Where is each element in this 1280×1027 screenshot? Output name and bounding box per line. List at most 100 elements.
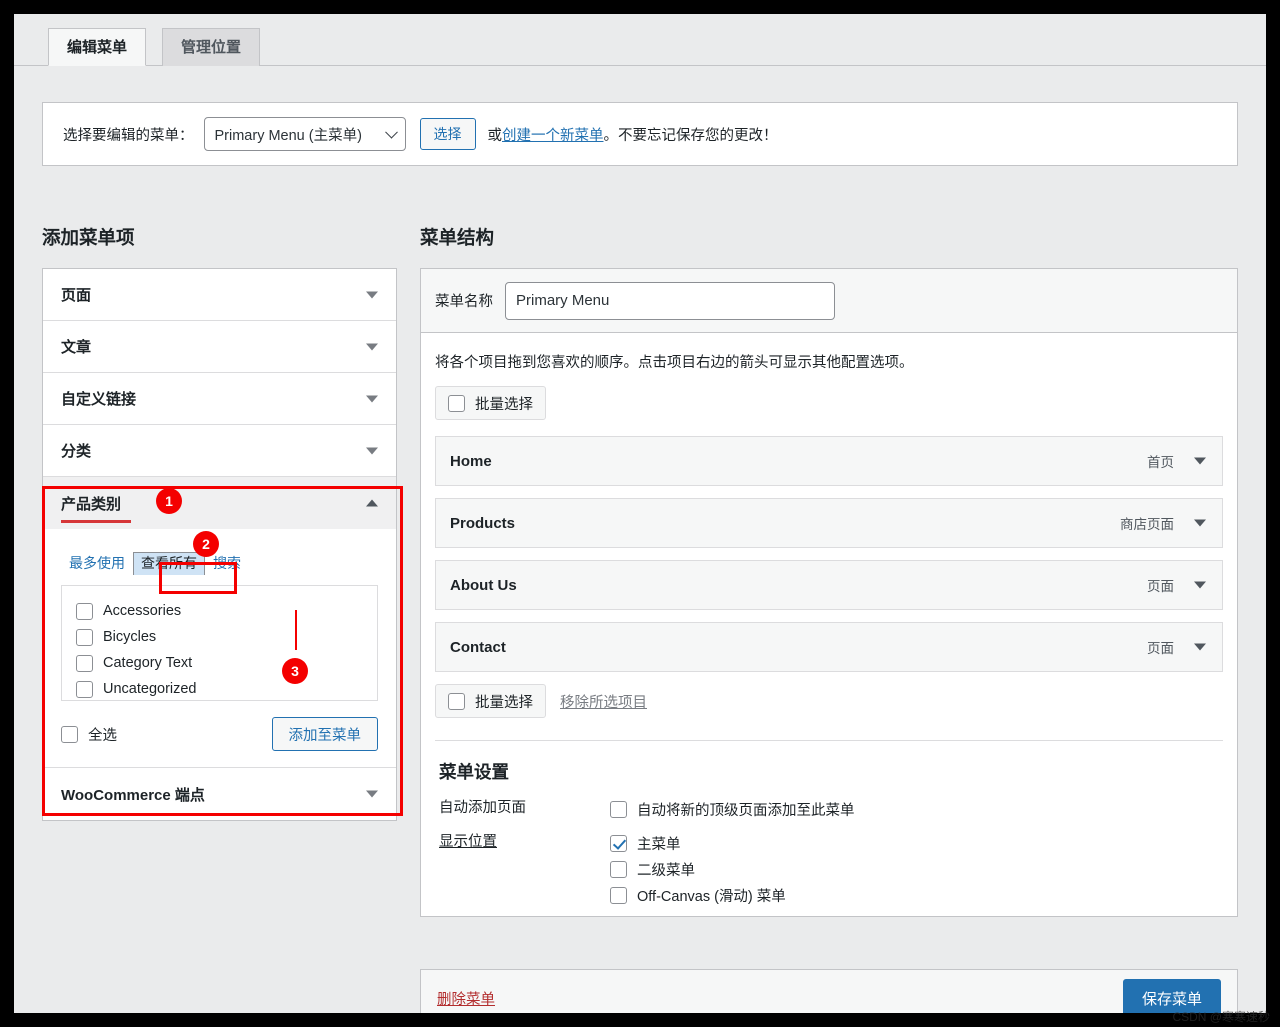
auto-add-pages-label: 自动添加页面 xyxy=(435,796,610,822)
display-location-option[interactable]: 二级菜单 xyxy=(610,856,1223,882)
accordion-product-categories[interactable]: 产品类别 xyxy=(43,477,396,529)
checkbox-bicycles[interactable] xyxy=(76,629,93,646)
tab-edit-menu[interactable]: 编辑菜单 xyxy=(48,28,146,66)
auto-add-pages-options: 自动将新的顶级页面添加至此菜单 xyxy=(610,796,1223,822)
create-menu-hint-suffix: 。不要忘记保存您的更改！ xyxy=(604,128,778,144)
accordion-posts[interactable]: 文章 xyxy=(43,321,396,373)
select-all-toggle[interactable]: 全选 xyxy=(61,724,117,745)
select-button-label: 选择 xyxy=(434,124,462,144)
tab-search[interactable]: 搜索 xyxy=(205,553,249,575)
auto-add-pages-option[interactable]: 自动将新的顶级页面添加至此菜单 xyxy=(610,796,1223,822)
save-menu-label: 保存菜单 xyxy=(1142,988,1202,1009)
chevron-down-icon[interactable] xyxy=(1194,644,1206,651)
checkbox-offcanvas-menu[interactable] xyxy=(610,887,627,904)
display-location-option[interactable]: Off-Canvas (滑动) 菜单 xyxy=(610,882,1223,908)
bulk-select-toggle-bottom[interactable]: 批量选择 xyxy=(435,684,546,718)
delete-menu-link[interactable]: 删除菜单 xyxy=(437,988,495,1009)
list-item-label: Category Text xyxy=(103,655,192,671)
chevron-up-icon xyxy=(366,500,378,507)
checkbox-secondary-menu[interactable] xyxy=(610,861,627,878)
checkbox-category-text[interactable] xyxy=(76,655,93,672)
tab-search-label: 搜索 xyxy=(213,555,241,571)
bulk-select-label-bottom: 批量选择 xyxy=(475,691,533,712)
annotation-pointer-line xyxy=(295,610,297,650)
bulk-select-label-top: 批量选择 xyxy=(475,393,533,414)
list-item[interactable]: Uncategorized xyxy=(76,676,363,702)
menu-name-input[interactable] xyxy=(505,282,835,320)
display-location-options: 主菜单 二级菜单 Off-Canvas (滑动) 菜单 xyxy=(610,830,1223,908)
menu-item-title: About Us xyxy=(450,577,517,594)
accordion-pages-label: 页面 xyxy=(61,284,91,305)
accordion-woocommerce-endpoints[interactable]: WooCommerce 端点 xyxy=(43,768,396,820)
accordion-custom-links-label: 自定义链接 xyxy=(61,388,136,409)
add-menu-items-heading: 添加菜单项 xyxy=(42,224,135,250)
list-item-label: Uncategorized xyxy=(103,681,197,697)
menu-name-label: 菜单名称 xyxy=(435,290,493,311)
menu-settings-heading: 菜单设置 xyxy=(439,759,1223,784)
checkbox-auto-add-pages[interactable] xyxy=(610,801,627,818)
product-panel-footer: 全选 添加至菜单 xyxy=(61,717,378,751)
list-item[interactable]: Accessories xyxy=(76,598,363,624)
menu-select-value: Primary Menu (主菜单) xyxy=(215,124,362,145)
annotation-marker-1: 1 xyxy=(156,488,182,514)
menu-actions-footer: 删除菜单 保存菜单 xyxy=(420,969,1238,1013)
tab-view-all[interactable]: 查看所有 xyxy=(133,552,205,575)
chevron-down-icon xyxy=(385,126,398,139)
display-location-option-label: 二级菜单 xyxy=(637,859,695,880)
checkbox-uncategorized[interactable] xyxy=(76,681,93,698)
table-row[interactable]: Contact 页面 xyxy=(435,622,1223,672)
accordion-custom-links[interactable]: 自定义链接 xyxy=(43,373,396,425)
bulk-actions-row: 批量选择 移除所选项目 xyxy=(435,684,1223,718)
add-to-menu-label: 添加至菜单 xyxy=(289,724,362,745)
annotation-marker-2: 2 xyxy=(193,531,219,557)
chevron-down-icon xyxy=(366,791,378,798)
remove-selected-items-link[interactable]: 移除所选项目 xyxy=(560,691,647,712)
tab-edit-menu-label: 编辑菜单 xyxy=(67,40,127,55)
watermark: CSDN @寒寒速秒 xyxy=(1172,1008,1270,1025)
chevron-down-icon[interactable] xyxy=(1194,582,1206,589)
tab-most-used-label: 最多使用 xyxy=(69,555,125,571)
menu-item-title: Home xyxy=(450,453,492,470)
bulk-select-toggle-top[interactable]: 批量选择 xyxy=(435,386,546,420)
list-item[interactable]: Bicycles xyxy=(76,624,363,650)
add-to-menu-button[interactable]: 添加至菜单 xyxy=(272,717,379,751)
chevron-down-icon[interactable] xyxy=(1194,458,1206,465)
menu-structure-panel: 菜单名称 将各个项目拖到您喜欢的顺序。点击项目右边的箭头可显示其他配置选项。 批… xyxy=(420,268,1238,917)
page-tabbar: 编辑菜单 管理位置 xyxy=(14,14,1266,66)
checkbox-bulk-select-top[interactable] xyxy=(448,395,465,412)
select-button[interactable]: 选择 xyxy=(420,118,476,150)
create-menu-hint-prefix: 或 xyxy=(488,128,503,144)
create-new-menu-link[interactable]: 创建一个新菜单 xyxy=(502,128,604,144)
chevron-down-icon[interactable] xyxy=(1194,520,1206,527)
menu-item-title: Contact xyxy=(450,639,506,656)
display-location-label: 显示位置 xyxy=(435,830,610,908)
tab-most-used[interactable]: 最多使用 xyxy=(61,553,133,575)
list-item-label: Accessories xyxy=(103,603,181,619)
table-row[interactable]: Home 首页 xyxy=(435,436,1223,486)
menu-structure-heading: 菜单结构 xyxy=(420,224,494,250)
chevron-down-icon xyxy=(366,291,378,298)
accordion-pages[interactable]: 页面 xyxy=(43,269,396,321)
table-row[interactable]: About Us 页面 xyxy=(435,560,1223,610)
accordion-woocommerce-endpoints-label: WooCommerce 端点 xyxy=(61,784,205,805)
checkbox-accessories[interactable] xyxy=(76,603,93,620)
chevron-down-icon xyxy=(366,343,378,350)
auto-add-pages-option-label: 自动将新的顶级页面添加至此菜单 xyxy=(637,799,855,820)
accordion-posts-label: 文章 xyxy=(61,336,91,357)
tab-manage-locations-label: 管理位置 xyxy=(181,40,241,55)
drag-hint-text: 将各个项目拖到您喜欢的顺序。点击项目右边的箭头可显示其他配置选项。 xyxy=(435,351,1223,372)
checkbox-primary-menu[interactable] xyxy=(610,835,627,852)
checkbox-select-all[interactable] xyxy=(61,726,78,743)
menu-item-title: Products xyxy=(450,515,515,532)
active-accordion-underline xyxy=(61,520,131,523)
list-item[interactable]: Category Text xyxy=(76,650,363,676)
table-row[interactable]: Products 商店页面 xyxy=(435,498,1223,548)
add-menu-items-panel: 页面 文章 自定义链接 分类 产品类别 最多使用 xyxy=(42,268,397,821)
checkbox-bulk-select-bottom[interactable] xyxy=(448,693,465,710)
accordion-categories[interactable]: 分类 xyxy=(43,425,396,477)
display-location-option[interactable]: 主菜单 xyxy=(610,830,1223,856)
accordion-categories-label: 分类 xyxy=(61,440,91,461)
menu-item-type: 商店页面 xyxy=(1120,513,1174,533)
menu-select-dropdown[interactable]: Primary Menu (主菜单) xyxy=(204,117,406,151)
tab-manage-locations[interactable]: 管理位置 xyxy=(162,28,260,66)
